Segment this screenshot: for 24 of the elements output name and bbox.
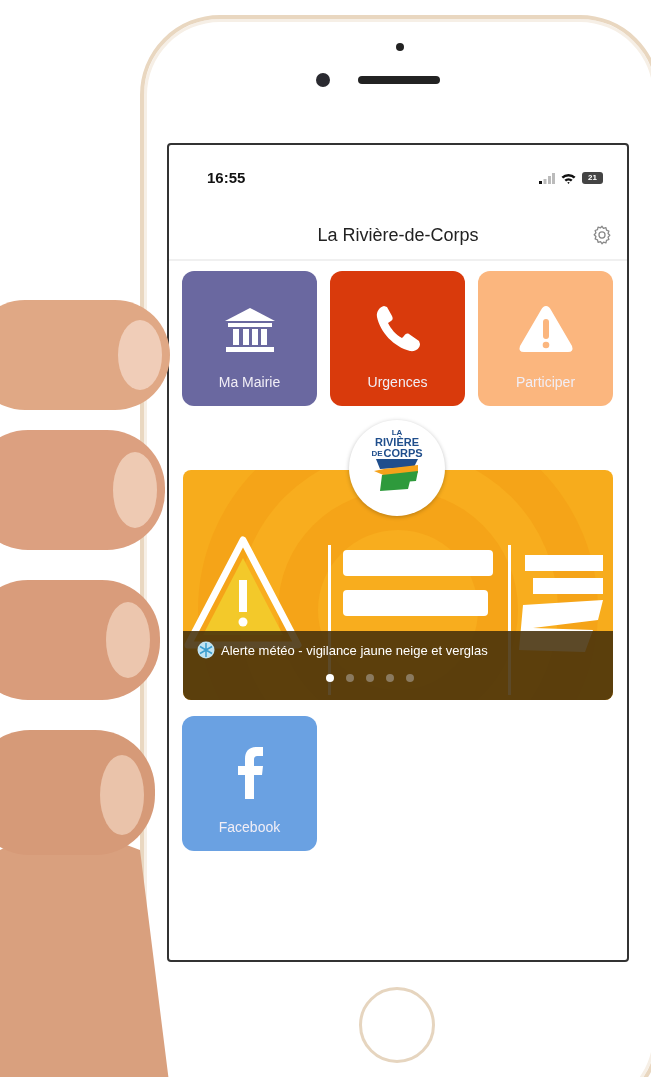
shortcut-tile[interactable]: Urgences — [330, 271, 465, 406]
shortcut-tile[interactable]: Ma Mairie — [182, 271, 317, 406]
carousel-dot[interactable] — [406, 674, 414, 682]
wifi-icon — [561, 172, 577, 184]
building-icon — [224, 308, 275, 354]
town-logo: LA RIVIÈRE DECORPS — [349, 420, 445, 516]
carousel-dot[interactable] — [326, 674, 334, 682]
settings-icon[interactable] — [591, 224, 613, 246]
news-banner[interactable]: Alerte météo - vigilance jaune neige et verglas — [183, 470, 613, 700]
signal-icon — [539, 172, 556, 184]
snowflake-icon — [197, 641, 215, 659]
warning-icon — [517, 304, 574, 354]
carousel-dot[interactable] — [346, 674, 354, 682]
app-title: La Rivière-de-Corps — [317, 224, 479, 246]
shortcut-tile[interactable]: Facebook — [182, 716, 317, 851]
carousel-dot[interactable] — [366, 674, 374, 682]
carousel-dot[interactable] — [386, 674, 394, 682]
speaker-icon — [358, 76, 440, 84]
banner-caption: Alerte météo - vigilance jaune neige et verglas — [221, 642, 488, 658]
facebook-icon — [236, 747, 263, 799]
battery-indicator: 21 — [582, 172, 603, 184]
camera-icon — [316, 73, 330, 87]
status-time: 16:55 — [207, 168, 246, 186]
sensor-icon — [396, 43, 404, 51]
